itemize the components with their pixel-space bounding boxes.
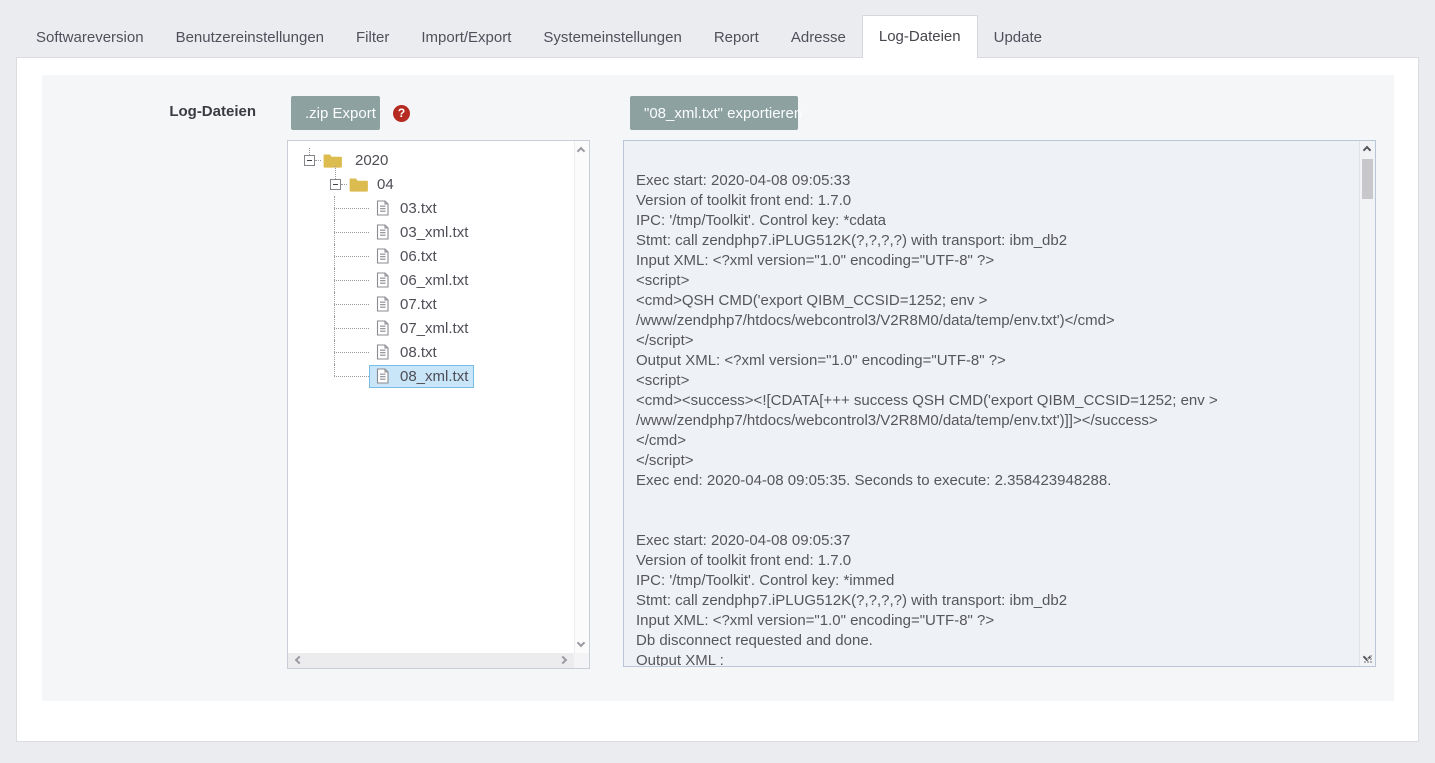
tree-item-03-txt[interactable]: 03.txt bbox=[288, 196, 573, 220]
file-icon bbox=[375, 200, 390, 216]
scroll-down-icon[interactable] bbox=[577, 639, 585, 647]
file-icon bbox=[375, 272, 390, 288]
tree-item-label: 03_xml.txt bbox=[400, 224, 468, 241]
tree-folder-label: 04 bbox=[377, 176, 394, 193]
tree-folder-label: 2020 bbox=[355, 152, 388, 169]
tree-connector bbox=[329, 316, 369, 340]
log-vertical-scrollbar[interactable] bbox=[1359, 141, 1375, 666]
tree-item-07-xml-txt[interactable]: 07_xml.txt bbox=[288, 316, 573, 340]
file-icon bbox=[375, 248, 390, 264]
tree-item-body[interactable]: 03.txt bbox=[370, 198, 442, 219]
tree-item-body[interactable]: 07_xml.txt bbox=[370, 318, 473, 339]
tree-item-label: 08_xml.txt bbox=[400, 368, 468, 385]
scroll-up-icon[interactable] bbox=[577, 147, 585, 155]
file-icon bbox=[375, 368, 390, 384]
tree-connector bbox=[341, 184, 347, 185]
tree-horizontal-scrollbar[interactable] bbox=[288, 653, 574, 668]
log-files-section: Log-Dateien .zip Export ? "08_xml.txt" e… bbox=[42, 75, 1394, 701]
folder-icon bbox=[349, 177, 368, 192]
tree-item-body[interactable]: 06_xml.txt bbox=[370, 270, 473, 291]
tab-systemeinstellungen[interactable]: Systemeinstellungen bbox=[527, 18, 697, 57]
file-export-button[interactable]: "08_xml.txt" exportieren bbox=[630, 96, 798, 130]
tab-import-export[interactable]: Import/Export bbox=[405, 18, 527, 57]
tab-log-dateien[interactable]: Log-Dateien bbox=[862, 15, 978, 58]
file-icon bbox=[375, 320, 390, 336]
collapse-toggle-icon[interactable] bbox=[330, 179, 341, 190]
scroll-right-icon[interactable] bbox=[559, 656, 567, 664]
tree-connector bbox=[329, 364, 369, 388]
tree-connector bbox=[329, 244, 369, 268]
tree-item-body[interactable]: 08_xml.txt bbox=[370, 366, 473, 387]
content-panel: Log-Dateien .zip Export ? "08_xml.txt" e… bbox=[16, 57, 1419, 742]
scrollbar-thumb[interactable] bbox=[1362, 159, 1373, 199]
resize-grip-icon[interactable] bbox=[1362, 653, 1372, 663]
tree-connector bbox=[329, 292, 369, 316]
tree-item-03-xml-txt[interactable]: 03_xml.txt bbox=[288, 220, 573, 244]
tree-connector bbox=[329, 196, 369, 220]
tab-softwareversion[interactable]: Softwareversion bbox=[20, 18, 160, 57]
collapse-toggle-icon[interactable] bbox=[304, 155, 315, 166]
tree-connector bbox=[329, 268, 369, 292]
tree-folder-04[interactable]: 04 bbox=[288, 172, 573, 196]
tree-item-label: 08.txt bbox=[400, 344, 437, 361]
tree-item-label: 07.txt bbox=[400, 296, 437, 313]
tree-item-06-xml-txt[interactable]: 06_xml.txt bbox=[288, 268, 573, 292]
tree-item-body[interactable]: 06.txt bbox=[370, 246, 442, 267]
tree-item-08-xml-txt[interactable]: 08_xml.txt bbox=[288, 364, 573, 388]
tab-report[interactable]: Report bbox=[698, 18, 775, 57]
tree-item-body[interactable]: 03_xml.txt bbox=[370, 222, 473, 243]
zip-export-button[interactable]: .zip Export bbox=[291, 96, 380, 130]
tab-bar: SoftwareversionBenutzereinstellungenFilt… bbox=[0, 0, 1435, 57]
tree-item-body[interactable]: 08.txt bbox=[370, 342, 442, 363]
tree-item-07-txt[interactable]: 07.txt bbox=[288, 292, 573, 316]
tree-item-06-txt[interactable]: 06.txt bbox=[288, 244, 573, 268]
scrollbar-corner bbox=[574, 653, 589, 668]
tab-filter[interactable]: Filter bbox=[340, 18, 405, 57]
tab-benutzereinstellungen[interactable]: Benutzereinstellungen bbox=[160, 18, 340, 57]
file-icon bbox=[375, 296, 390, 312]
scroll-up-icon[interactable] bbox=[1363, 146, 1371, 154]
tree-item-label: 03.txt bbox=[400, 200, 437, 217]
help-icon[interactable]: ? bbox=[393, 105, 410, 122]
section-label: Log-Dateien bbox=[42, 103, 256, 120]
tree-content: 2020 04 03.txt 03_xml.txt 06.txt 06_xml.txt 07… bbox=[288, 148, 573, 652]
tree-item-08-txt[interactable]: 08.txt bbox=[288, 340, 573, 364]
file-icon bbox=[375, 344, 390, 360]
tree-item-label: 06_xml.txt bbox=[400, 272, 468, 289]
tree-connector bbox=[329, 340, 369, 364]
tree-item-label: 07_xml.txt bbox=[400, 320, 468, 337]
tree-folder-2020[interactable]: 2020 bbox=[288, 148, 573, 172]
log-text: Exec start: 2020-04-08 09:05:33 Version … bbox=[624, 141, 1358, 666]
log-textarea[interactable]: Exec start: 2020-04-08 09:05:33 Version … bbox=[623, 140, 1376, 667]
tree-item-body[interactable]: 07.txt bbox=[370, 294, 442, 315]
tab-adresse[interactable]: Adresse bbox=[775, 18, 862, 57]
tree-item-label: 06.txt bbox=[400, 248, 437, 265]
tree-vertical-scrollbar[interactable] bbox=[574, 141, 589, 653]
scroll-left-icon[interactable] bbox=[295, 656, 303, 664]
file-icon bbox=[375, 224, 390, 240]
folder-icon bbox=[323, 153, 342, 168]
tree-connector bbox=[329, 220, 369, 244]
tab-update[interactable]: Update bbox=[978, 18, 1058, 57]
tree-connector bbox=[315, 160, 321, 161]
file-tree: 2020 04 03.txt 03_xml.txt 06.txt 06_xml.txt 07… bbox=[287, 140, 590, 669]
